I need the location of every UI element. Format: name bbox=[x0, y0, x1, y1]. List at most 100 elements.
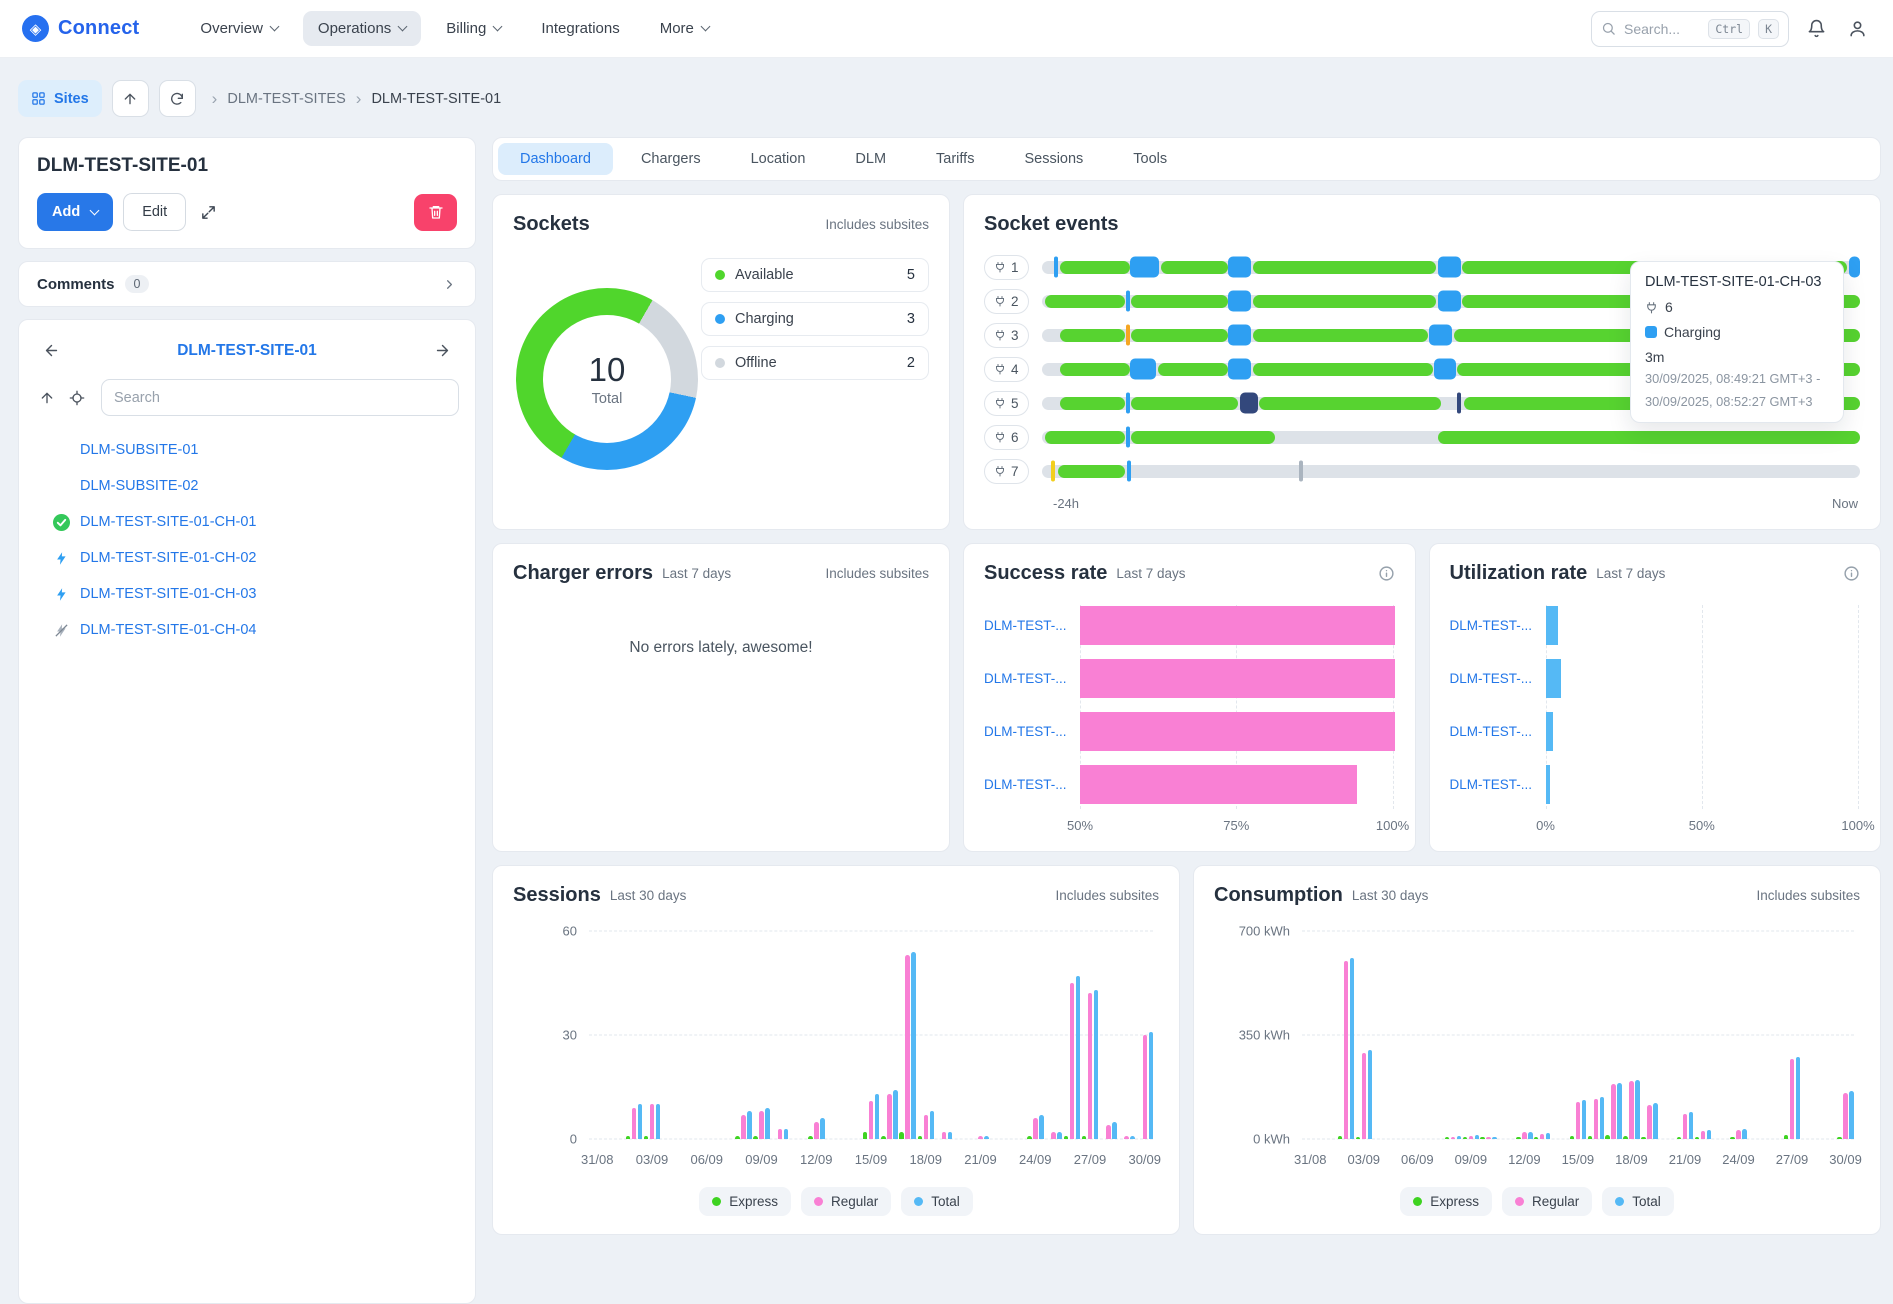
delete-button[interactable] bbox=[414, 194, 457, 231]
sessions-legend: Express Regular Total bbox=[513, 1187, 1159, 1216]
tree-item[interactable]: DLM-TEST-SITE-01-CH-02 bbox=[33, 540, 461, 576]
bar-total bbox=[1149, 1032, 1154, 1139]
search-input[interactable] bbox=[1624, 21, 1700, 37]
socket-timeline[interactable] bbox=[1042, 465, 1860, 478]
tree-item[interactable]: DLM-SUBSITE-01 bbox=[33, 432, 461, 468]
breadcrumb-item[interactable]: DLM-TEST-SITES bbox=[227, 91, 345, 107]
legend-label: Total bbox=[931, 1194, 960, 1209]
tree-item[interactable]: DLM-SUBSITE-02 bbox=[33, 468, 461, 504]
bar-total bbox=[747, 1111, 752, 1139]
tree-locate-button[interactable] bbox=[65, 386, 89, 410]
nav-item-overview[interactable]: Overview bbox=[185, 11, 293, 46]
success-rate-title: Success rate bbox=[984, 562, 1107, 585]
socket-timeline[interactable] bbox=[1042, 431, 1860, 444]
tab-dlm[interactable]: DLM bbox=[833, 143, 908, 175]
bar-total bbox=[1582, 1100, 1587, 1139]
comments-panel[interactable]: Comments 0 bbox=[18, 261, 476, 307]
tab-sessions[interactable]: Sessions bbox=[1002, 143, 1105, 175]
axis-tick-label: 350 kWh bbox=[1239, 1028, 1290, 1043]
timeline-segment bbox=[1130, 257, 1159, 278]
socket-label[interactable]: 2 bbox=[984, 289, 1029, 314]
brand-logo[interactable]: ◈ Connect bbox=[22, 15, 139, 42]
tree-toolbar bbox=[33, 379, 461, 416]
nav-item-more[interactable]: More bbox=[645, 11, 724, 46]
socket-label[interactable]: 3 bbox=[984, 323, 1029, 348]
socket-label[interactable]: 5 bbox=[984, 391, 1029, 416]
tab-chargers[interactable]: Chargers bbox=[619, 143, 723, 175]
tree-item[interactable]: DLM-TEST-SITE-01-CH-04 bbox=[33, 612, 461, 648]
hbar-label[interactable]: DLM-TEST-... bbox=[984, 618, 1080, 633]
tab-tariffs[interactable]: Tariffs bbox=[914, 143, 996, 175]
bar-regular bbox=[978, 1136, 983, 1139]
info-icon[interactable] bbox=[1378, 565, 1395, 582]
tab-tools[interactable]: Tools bbox=[1111, 143, 1189, 175]
hbar-label[interactable]: DLM-TEST-... bbox=[984, 777, 1080, 792]
tabs-bar: DashboardChargersLocationDLMTariffsSessi… bbox=[492, 137, 1881, 181]
socket-label[interactable]: 4 bbox=[984, 357, 1029, 382]
nav-item-operations[interactable]: Operations bbox=[303, 11, 421, 46]
socket-label[interactable]: 6 bbox=[984, 425, 1029, 450]
hbar-label[interactable]: DLM-TEST-... bbox=[984, 671, 1080, 686]
breadcrumb-item[interactable]: DLM-TEST-SITE-01 bbox=[371, 91, 501, 107]
axis-tick-label: 31/08 bbox=[581, 1152, 614, 1167]
includes-subsites-label: Includes subsites bbox=[1756, 888, 1860, 903]
bar-group: 18/09 bbox=[1623, 931, 1640, 1139]
sites-button[interactable]: Sites bbox=[18, 80, 102, 117]
bar-express bbox=[1516, 1137, 1521, 1139]
sockets-legend-item: Charging3 bbox=[701, 302, 929, 336]
legend-chip[interactable]: Regular bbox=[1502, 1187, 1592, 1216]
hbar-label[interactable]: DLM-TEST-... bbox=[1450, 724, 1546, 739]
tree-forward-button[interactable] bbox=[430, 338, 455, 363]
socket-label[interactable]: 1 bbox=[984, 255, 1029, 280]
bar-total bbox=[893, 1090, 898, 1139]
hbar-label[interactable]: DLM-TEST-... bbox=[1450, 671, 1546, 686]
tree-up-level-button[interactable] bbox=[35, 386, 59, 410]
bar-group: 24/09 bbox=[1027, 931, 1044, 1139]
tree-item[interactable]: DLM-TEST-SITE-01-CH-03 bbox=[33, 576, 461, 612]
hbar-label[interactable]: DLM-TEST-... bbox=[1450, 618, 1546, 633]
navigate-up-button[interactable] bbox=[112, 80, 149, 117]
socket-label[interactable]: 7 bbox=[984, 459, 1029, 484]
legend-label: Offline bbox=[735, 355, 777, 371]
tab-location[interactable]: Location bbox=[729, 143, 828, 175]
info-icon[interactable] bbox=[1843, 565, 1860, 582]
bar-total bbox=[1057, 1132, 1062, 1139]
dashboard-row-3: Sessions Last 30 days Includes subsites … bbox=[492, 865, 1881, 1235]
socket-number: 5 bbox=[1011, 396, 1019, 411]
tree-search-input[interactable] bbox=[101, 379, 459, 416]
legend-chip[interactable]: Regular bbox=[801, 1187, 891, 1216]
legend-chip[interactable]: Total bbox=[1602, 1187, 1674, 1216]
add-button[interactable]: Add bbox=[37, 193, 113, 231]
edit-button[interactable]: Edit bbox=[123, 193, 186, 231]
hbar-label[interactable]: DLM-TEST-... bbox=[984, 724, 1080, 739]
axis-tick-label: 50% bbox=[1689, 818, 1715, 833]
legend-chip[interactable]: Total bbox=[901, 1187, 973, 1216]
consumption-period: Last 30 days bbox=[1352, 888, 1429, 903]
hbar-row: DLM-TEST-... bbox=[1450, 652, 1861, 705]
user-menu-button[interactable] bbox=[1844, 15, 1871, 42]
timeline-marker bbox=[1126, 325, 1130, 346]
plug-icon bbox=[994, 363, 1006, 375]
axis-tick-label: 60 bbox=[563, 924, 577, 939]
site-title: DLM-TEST-SITE-01 bbox=[37, 155, 457, 177]
bar-express bbox=[899, 1132, 904, 1139]
nav-item-billing[interactable]: Billing bbox=[431, 11, 516, 46]
tab-dashboard[interactable]: Dashboard bbox=[498, 143, 613, 175]
legend-chip[interactable]: Express bbox=[699, 1187, 791, 1216]
consumption-plot: 0 kWh350 kWh700 kWh31/0803/0906/0909/091… bbox=[1302, 931, 1854, 1139]
socket-events-axis: -24h Now bbox=[1053, 496, 1858, 511]
bar-regular bbox=[650, 1104, 655, 1139]
expand-button[interactable] bbox=[196, 200, 221, 225]
global-search[interactable]: Ctrl K bbox=[1591, 11, 1789, 47]
bar-group bbox=[717, 931, 734, 1139]
refresh-button[interactable] bbox=[159, 80, 196, 117]
hbar bbox=[1080, 765, 1357, 804]
hbar-label[interactable]: DLM-TEST-... bbox=[1450, 777, 1546, 792]
sockets-legend-item: Offline2 bbox=[701, 346, 929, 380]
notifications-button[interactable] bbox=[1803, 15, 1830, 42]
tree-title[interactable]: DLM-TEST-SITE-01 bbox=[64, 342, 430, 360]
nav-item-integrations[interactable]: Integrations bbox=[526, 11, 634, 46]
legend-chip[interactable]: Express bbox=[1400, 1187, 1492, 1216]
tree-item[interactable]: DLM-TEST-SITE-01-CH-01 bbox=[33, 504, 461, 540]
tree-back-button[interactable] bbox=[39, 338, 64, 363]
